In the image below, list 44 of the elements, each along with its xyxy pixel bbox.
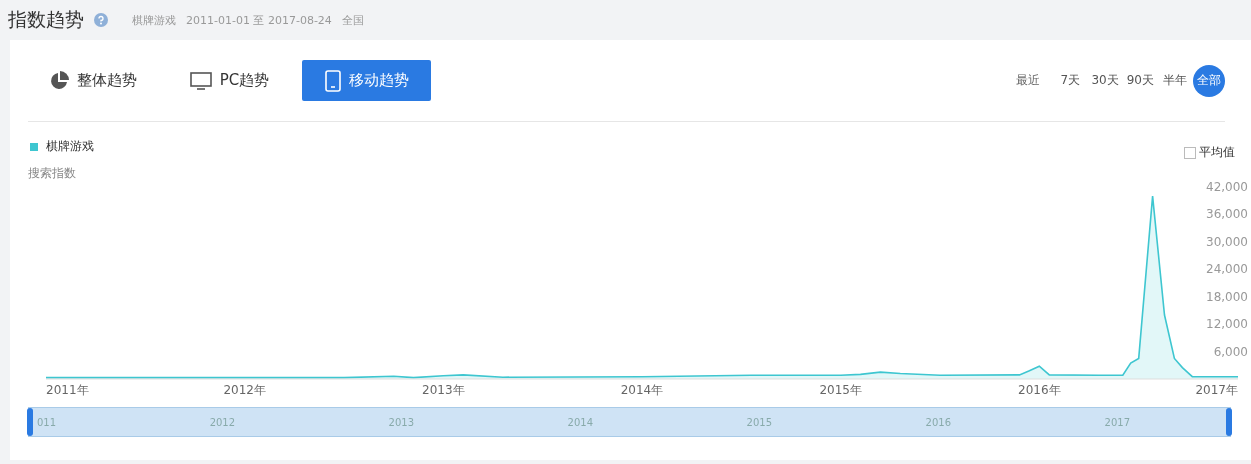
x-tick-label: 2011年 xyxy=(46,383,89,397)
y-tick-label: 18,000 xyxy=(1206,289,1248,304)
tablet-icon xyxy=(324,69,341,92)
help-icon xyxy=(94,13,108,27)
navigator-label: 011 xyxy=(37,416,57,428)
trend-tab[interactable]: PC趋势 xyxy=(165,60,294,101)
x-tick-label: 2014年 xyxy=(620,383,664,397)
y-tick-label: 30,000 xyxy=(1206,234,1248,249)
x-tick-label: 2013年 xyxy=(422,383,465,397)
keyword-text: 棋牌游戏 xyxy=(132,12,176,28)
range-option[interactable]: 90天 xyxy=(1123,64,1157,97)
y-tick-label: 12,000 xyxy=(1206,317,1248,332)
x-tick-label: 2017年 xyxy=(1195,383,1238,397)
navigator-label: 2017 xyxy=(1104,416,1130,428)
legend-item[interactable]: 棋牌游戏 xyxy=(28,138,94,155)
navigator-label: 2016 xyxy=(925,416,951,428)
y-tick-label: 36,000 xyxy=(1206,207,1248,222)
navigator-label: 2013 xyxy=(388,416,415,428)
range-option[interactable]: 半年 xyxy=(1159,64,1191,97)
trend-tab[interactable]: 移动趋势 xyxy=(302,60,431,101)
x-tick-label: 2016年 xyxy=(1018,383,1061,397)
average-checkbox[interactable]: 平均值 xyxy=(1184,144,1235,161)
range-option[interactable]: 30天 xyxy=(1088,64,1122,97)
y-tick-label: 42,000 xyxy=(1206,180,1248,194)
region-text: 全国 xyxy=(341,12,364,28)
date-range-text: 2011-01-01 至 2017-08-24 xyxy=(186,12,332,28)
y-tick-label: 24,000 xyxy=(1206,262,1248,277)
pie-chart-icon xyxy=(48,70,69,91)
x-tick-label: 2012年 xyxy=(223,383,266,397)
checkbox[interactable] xyxy=(1184,146,1196,159)
navigator-label: 2014 xyxy=(567,416,594,428)
monitor-icon xyxy=(189,70,212,91)
navigator-handle[interactable] xyxy=(27,408,33,436)
y-axis-title: 搜索指数 xyxy=(28,165,77,179)
range-option[interactable]: 7天 xyxy=(1054,64,1087,97)
navigator-label: 2015 xyxy=(746,416,773,428)
range-label: 最近 xyxy=(1016,72,1041,89)
range-option[interactable]: 全部 xyxy=(1193,64,1225,97)
trend-tab[interactable]: 整体趋势 xyxy=(28,60,157,101)
navigator-handle[interactable] xyxy=(1226,408,1232,436)
x-tick-label: 2015年 xyxy=(819,383,862,397)
navigator-label: 2012 xyxy=(209,416,236,428)
page-title: 指数趋势 xyxy=(8,7,84,32)
y-tick-label: 6,000 xyxy=(1213,344,1248,359)
